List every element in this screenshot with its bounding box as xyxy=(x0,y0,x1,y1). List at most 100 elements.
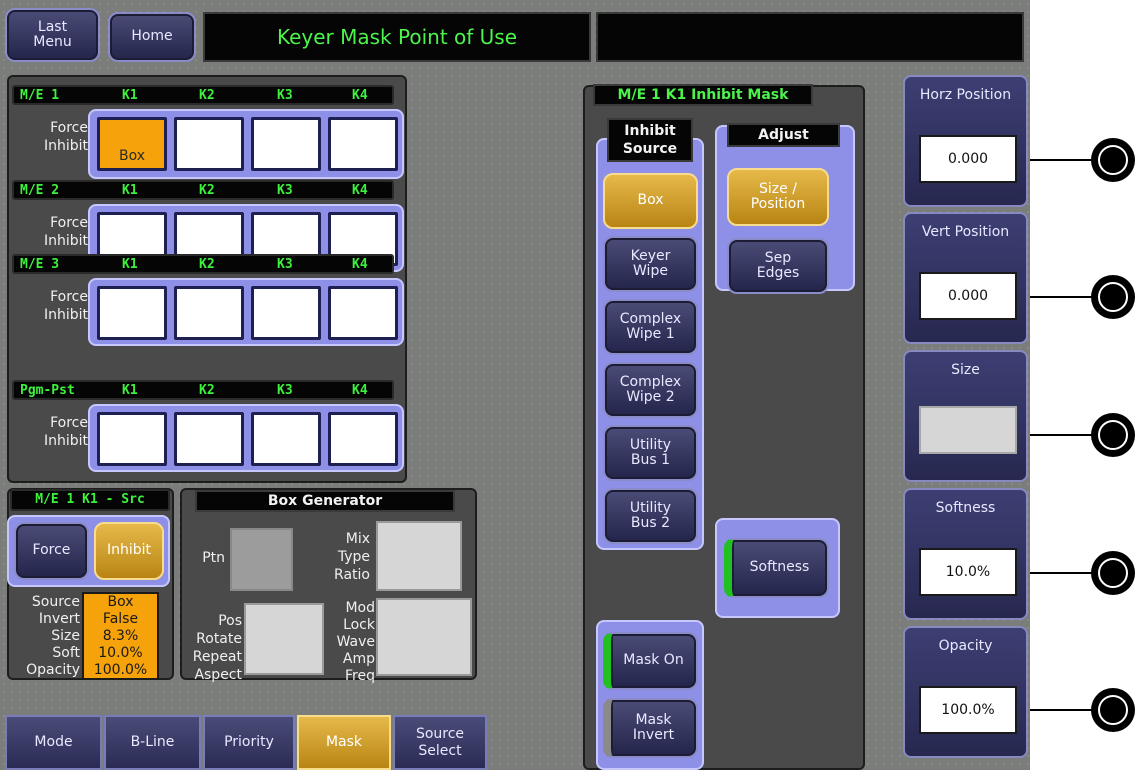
keyer-column-label: K3 xyxy=(277,88,293,103)
mod-lock-wave-box[interactable] xyxy=(376,598,472,676)
inhibit-button[interactable]: Inhibit xyxy=(94,522,164,580)
keyer-column-label: K2 xyxy=(199,183,215,198)
force-inhibit-cell[interactable] xyxy=(251,412,321,466)
inhibit-source-title: Inhibit Source xyxy=(607,118,693,162)
force-inhibit-cell[interactable] xyxy=(251,286,321,340)
mix-label: Mix xyxy=(345,531,370,547)
parameter-value[interactable]: 0.000 xyxy=(919,135,1017,183)
force-inhibit-cell[interactable] xyxy=(251,117,321,171)
tab-priority[interactable]: Priority xyxy=(203,715,295,770)
horz-position-knob-icon[interactable] xyxy=(1091,138,1135,182)
mix-type-ratio-box[interactable] xyxy=(376,521,462,591)
force-inhibit-cell[interactable] xyxy=(97,412,167,466)
softness-knob-icon[interactable] xyxy=(1091,551,1135,595)
mask-invert-button[interactable]: Mask Invert xyxy=(603,698,698,758)
ratio-label: Ratio xyxy=(334,567,370,583)
vert-position-knob-icon[interactable] xyxy=(1091,275,1135,319)
inhibit-source-button[interactable]: Box xyxy=(603,173,698,229)
parameter-value[interactable]: 10.0% xyxy=(919,548,1017,596)
home-button[interactable]: Home xyxy=(108,12,196,62)
sep-edges-button[interactable]: Sep Edges xyxy=(727,238,829,294)
force-inhibit-label: Force Inhibit xyxy=(43,415,88,449)
src-values: Box False 8.3% 10.0% 100.0% xyxy=(82,592,159,680)
force-inhibit-cell[interactable] xyxy=(97,286,167,340)
me-group-header: M/E 2 K1 K2 K3 K4 xyxy=(12,180,394,200)
me-group-name: M/E 1 xyxy=(20,88,60,103)
opacity-knob-icon[interactable] xyxy=(1091,688,1135,732)
src-value-soft: 10.0% xyxy=(98,645,143,661)
inhibit-mask-title: M/E 1 K1 Inhibit Mask xyxy=(593,84,813,106)
src-value-invert: False xyxy=(102,611,139,627)
size-knob-icon[interactable] xyxy=(1091,413,1135,457)
keyer-column-label: K2 xyxy=(199,257,215,272)
mod-labels: Mod Lock Wave Amp Freq xyxy=(315,600,375,685)
me-group-name: Pgm-Pst xyxy=(20,383,75,398)
parameter-title: Size xyxy=(951,362,980,378)
force-inhibit-label: Force Inhibit xyxy=(43,289,88,323)
box-generator-title: Box Generator xyxy=(195,490,455,512)
force-inhibit-cell[interactable] xyxy=(174,412,244,466)
pattern-swatch[interactable] xyxy=(230,528,293,591)
parameter-value[interactable]: 0.000 xyxy=(919,272,1017,320)
force-inhibit-cell[interactable] xyxy=(328,117,398,171)
parameter-panel: Softness 10.0% xyxy=(903,488,1028,620)
inhibit-source-button[interactable]: Utility Bus 2 xyxy=(603,488,698,544)
inhibit-source-button[interactable]: Complex Wipe 2 xyxy=(603,362,698,418)
inhibit-source-button[interactable]: Utility Bus 1 xyxy=(603,425,698,481)
me-group-name: M/E 2 xyxy=(20,183,60,198)
ptn-label: Ptn xyxy=(202,550,225,566)
mix-labels: Mix Type Ratio xyxy=(310,530,370,584)
parameter-value[interactable]: 100.0% xyxy=(919,686,1017,734)
keyer-column-label: K4 xyxy=(352,183,368,198)
pos-rotate-box[interactable] xyxy=(244,603,324,675)
inhibit-source-button[interactable]: Complex Wipe 1 xyxy=(603,299,698,355)
src-value-size: 8.3% xyxy=(102,628,139,644)
keyer-column-label: K4 xyxy=(352,383,368,398)
inhibit-source-button[interactable]: Keyer Wipe xyxy=(603,236,698,292)
pos-labels: Pos Rotate Repeat Aspect xyxy=(182,612,242,684)
me-group-header: Pgm-Pst K1 K2 K3 K4 xyxy=(12,380,394,400)
parameter-title: Horz Position xyxy=(919,87,1012,103)
keyer-column-label: K3 xyxy=(277,383,293,398)
mod-label: Mod xyxy=(345,600,375,616)
tab-mask[interactable]: Mask xyxy=(297,715,391,770)
force-button[interactable]: Force xyxy=(14,522,89,580)
src-label-soft: Soft xyxy=(52,645,80,661)
force-inhibit-cell[interactable]: Box xyxy=(97,117,167,171)
parameter-value[interactable] xyxy=(919,406,1017,454)
page-title: Keyer Mask Point of Use xyxy=(203,12,591,62)
keyer-column-label: K2 xyxy=(199,88,215,103)
keyer-column-label: K3 xyxy=(277,183,293,198)
rotate-label: Rotate xyxy=(196,631,242,647)
aspect-label: Aspect xyxy=(194,667,242,683)
force-inhibit-label: Force Inhibit xyxy=(43,215,88,249)
src-label-opacity: Opacity xyxy=(26,662,80,678)
status-display xyxy=(596,12,1024,62)
src-label-source: Source xyxy=(31,594,80,610)
tab-source-select[interactable]: Source Select xyxy=(393,715,487,770)
force-inhibit-cell[interactable] xyxy=(328,286,398,340)
tab-b-line[interactable]: B-Line xyxy=(104,715,201,770)
keyer-column-label: K1 xyxy=(122,257,138,272)
tab-mode[interactable]: Mode xyxy=(5,715,102,770)
amp-label: Amp xyxy=(342,651,375,667)
parameter-title: Vert Position xyxy=(921,224,1010,240)
force-inhibit-cell[interactable] xyxy=(174,117,244,171)
softness-button[interactable]: Softness xyxy=(724,538,829,598)
keyer-column-label: K1 xyxy=(122,183,138,198)
keyer-column-label: K2 xyxy=(199,383,215,398)
keyer-column-label: K4 xyxy=(352,88,368,103)
src-value-opacity: 100.0% xyxy=(93,662,148,678)
parameter-panel: Vert Position 0.000 xyxy=(903,212,1028,344)
force-inhibit-cell[interactable] xyxy=(328,412,398,466)
size-position-button[interactable]: Size / Position xyxy=(727,168,829,226)
force-inhibit-cell[interactable] xyxy=(174,286,244,340)
pos-label: Pos xyxy=(218,613,242,629)
src-value-source: Box xyxy=(107,594,134,610)
src-label-size: Size xyxy=(51,628,80,644)
last-menu-button[interactable]: Last Menu xyxy=(5,8,100,62)
type-label: Type xyxy=(337,549,370,565)
mask-on-button[interactable]: Mask On xyxy=(603,632,698,690)
adjust-title: Adjust xyxy=(727,123,840,147)
me-group-name: M/E 3 xyxy=(20,257,60,272)
